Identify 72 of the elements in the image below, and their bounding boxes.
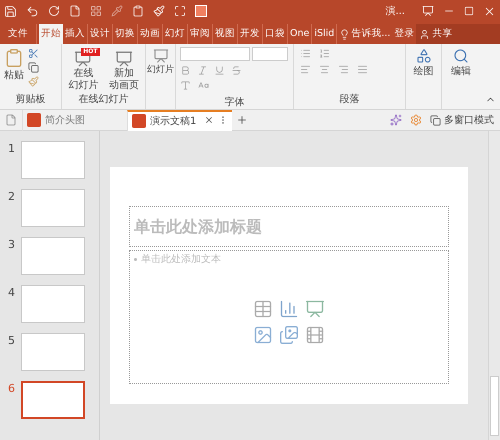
editing-button[interactable]: 编辑 — [451, 48, 471, 79]
undo-icon[interactable] — [26, 4, 39, 18]
slide-number: 6 — [8, 381, 15, 397]
title-prompt: 单击此处添加标题 — [134, 216, 262, 238]
ribbon-tab[interactable]: 开始 — [39, 24, 63, 44]
add-tab-icon[interactable] — [236, 114, 248, 126]
slide-button[interactable]: 幻灯片 — [147, 48, 174, 78]
copy-icon[interactable] — [28, 62, 39, 73]
color-swatch-icon[interactable] — [195, 5, 207, 17]
group-label: 剪贴板 — [14, 92, 46, 107]
video-icon[interactable] — [305, 325, 325, 345]
slide-number: 1 — [8, 141, 15, 157]
table-icon[interactable] — [253, 299, 273, 319]
lightbulb-icon — [339, 28, 350, 40]
person-icon — [419, 28, 430, 40]
search-icon — [453, 48, 469, 64]
paste-button[interactable]: 粘贴 — [4, 48, 24, 92]
slide-number: 4 — [8, 285, 15, 301]
slide-thumbnail[interactable] — [21, 237, 85, 275]
strikethrough-icon[interactable] — [231, 65, 242, 76]
slide-thumbnail[interactable] — [21, 381, 85, 419]
slide-thumbnail[interactable] — [21, 333, 85, 371]
clipboard-icon[interactable] — [132, 5, 144, 17]
slide-number: 5 — [8, 333, 15, 349]
fit-icon[interactable] — [174, 5, 186, 17]
scissors-icon[interactable] — [28, 48, 39, 59]
share-button[interactable]: 共享 — [416, 24, 500, 44]
shapes-icon — [416, 48, 432, 64]
window-title: 演... — [385, 4, 405, 18]
align-center-icon[interactable] — [319, 64, 330, 75]
group-label: 段落 — [338, 92, 360, 107]
scroll-thumb[interactable] — [490, 376, 499, 436]
numbering-icon[interactable] — [319, 48, 330, 59]
settings-icon[interactable] — [410, 114, 422, 126]
group-label: 字体 — [224, 96, 246, 110]
font-name-field[interactable] — [180, 47, 250, 61]
align-left-icon[interactable] — [300, 64, 311, 75]
slide-number: 3 — [8, 237, 15, 253]
online-slide-button[interactable]: 新加 动画页 — [106, 48, 142, 92]
drawing-button[interactable]: 绘图 — [414, 48, 434, 79]
maximize-icon[interactable] — [464, 6, 474, 16]
slide-number: 2 — [8, 189, 15, 205]
slide-thumbnail[interactable] — [21, 189, 85, 227]
chart-icon[interactable] — [279, 299, 299, 319]
body-prompt: 单击此处添加文本 — [141, 252, 221, 267]
justify-icon[interactable] — [357, 64, 368, 75]
sign-in-link[interactable]: 登录 — [392, 24, 416, 44]
bold-icon[interactable] — [180, 65, 191, 76]
multi-window-button[interactable]: 多窗口模式 — [430, 112, 494, 128]
tell-me-button[interactable]: 告诉我... — [337, 24, 392, 44]
font-size-field[interactable] — [252, 47, 288, 61]
save-icon[interactable] — [4, 4, 17, 18]
document-tab[interactable]: 简介头图 — [22, 110, 127, 130]
picture-icon[interactable] — [253, 325, 273, 345]
brush-icon[interactable] — [153, 5, 165, 17]
slide-icon — [114, 50, 133, 68]
new-file-icon[interactable] — [69, 5, 81, 17]
close-icon[interactable] — [204, 115, 214, 125]
slide-thumbnail[interactable] — [21, 141, 85, 179]
group-label: 在线幻灯片 — [78, 92, 130, 107]
italic-icon[interactable] — [197, 65, 208, 76]
redo-icon[interactable] — [48, 5, 60, 17]
clipboard-icon — [4, 48, 24, 68]
sparkle-icon[interactable] — [390, 114, 402, 126]
slide-thumbnail[interactable] — [21, 285, 85, 323]
bullet-icon — [134, 258, 137, 261]
document-tab[interactable]: 演示文稿1 — [127, 110, 232, 130]
grid-icon[interactable] — [90, 5, 102, 17]
windows-icon — [430, 114, 441, 126]
underline-icon[interactable] — [214, 65, 225, 76]
align-right-icon[interactable] — [338, 64, 349, 75]
document-icon[interactable] — [5, 114, 17, 126]
